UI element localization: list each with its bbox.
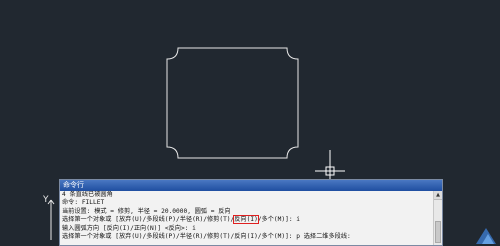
command-line-1: 命令: FILLET [62,199,105,207]
command-line-2: 当前设置: 模式 = 修剪, 半径 = 20.0000, 圆弧 = 反向 [62,207,231,215]
command-line-4: 选择第一个对象或 [放弃(U)/多段线(P)/半径(R)/修剪(T)/反向(I)… [62,232,351,240]
command-line-0: 4 条直线已被圆角 [62,191,113,198]
scroll-thumb[interactable] [435,221,441,243]
selection-suffix: /多个(M)]: i [257,216,300,224]
ucs-icon [47,199,55,240]
scroll-up-arrow-icon[interactable]: ▲ [434,191,442,200]
command-scrollbar[interactable]: ▲ [433,191,442,245]
command-line-3: 输入圆弧方向 [反向(I)/正向(N)] <反向>: i [62,224,196,232]
ucs-y-label: Y [42,195,49,205]
command-window-title: 命令行 [60,180,442,191]
command-line-selection: 选择第一个对象或 [放弃(U)/多段线(P)/半径(R)/修剪(T)/反向(I)… [62,215,434,225]
command-history: 4 条直线已被圆角 命令: FILLET 当前设置: 模式 = 修剪, 半径 =… [60,191,434,245]
watermark-logo-icon [476,228,496,244]
filleted-rectangle[interactable] [166,47,299,159]
command-window[interactable]: 命令行 4 条直线已被圆角 命令: FILLET 当前设置: 模式 = 修剪, … [59,179,443,246]
selection-prefix: 选择第一个对象或 [放弃(U)/多段线(P)/半径(R)/修剪(T)/ [62,216,235,224]
reverse-option-highlight: 反向(I) [233,215,259,225]
